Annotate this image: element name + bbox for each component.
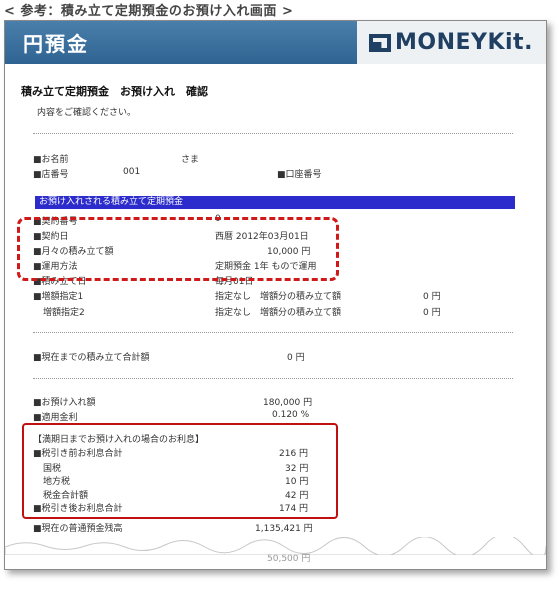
- highlight-solid-box: [22, 423, 338, 519]
- logo-text: MONEYKit.: [395, 30, 533, 55]
- increment-value: 指定なし 増額分の積み立て額: [215, 292, 342, 302]
- balance-label: ■現在の普通預金残高: [33, 524, 123, 534]
- highlight-dashed-box: [17, 217, 339, 281]
- rate-value: 0.120 %: [272, 410, 310, 420]
- section-bar: お預け入れされる積み立て定期預金: [35, 196, 515, 209]
- increment-amount: 0 円: [423, 292, 441, 302]
- branch-label: ■店番号: [33, 170, 69, 180]
- increment-amount: 0 円: [423, 308, 441, 318]
- deposit-label: ■お預け入れ額: [33, 398, 96, 408]
- page-title: 積み立て定期預金 お預け入れ 確認: [21, 85, 208, 98]
- intro-text: 内容をご確認ください。: [37, 108, 137, 118]
- increment-label: ■増額指定1: [33, 292, 84, 302]
- screenshot-frame: 円預金 MONEYKit. 積み立て定期預金 お預け入れ 確認 内容をご確認くだ…: [4, 20, 547, 570]
- logo-mark-icon: [369, 34, 391, 52]
- app-header: 円預金 MONEYKit.: [5, 21, 546, 64]
- page-caption: < 参考：積み立て定期預金のお預け入れ画面 >: [4, 4, 294, 19]
- deposit-value: 180,000 円: [263, 398, 313, 408]
- total-label: ■現在までの積み立て合計額: [33, 353, 150, 363]
- brand-logo[interactable]: MONEYKit.: [357, 21, 546, 64]
- branch-value: 001: [123, 167, 141, 177]
- total-value: 0 円: [287, 353, 305, 363]
- balance-value: 1,135,421 円: [255, 524, 313, 534]
- account-label: ■口座番号: [277, 170, 322, 180]
- header-title: 円預金: [23, 32, 89, 56]
- divider: [33, 133, 513, 134]
- name-suffix: さま: [181, 155, 200, 165]
- divider: [33, 378, 513, 379]
- increment-value: 指定なし 増額分の積み立て額: [215, 308, 342, 318]
- divider: [33, 332, 513, 333]
- rate-label: ■適用金利: [33, 413, 78, 423]
- name-label: ■お名前: [33, 155, 69, 165]
- truncated-value: 50,500 円: [267, 554, 311, 564]
- increment-label: 増額指定2: [43, 308, 85, 318]
